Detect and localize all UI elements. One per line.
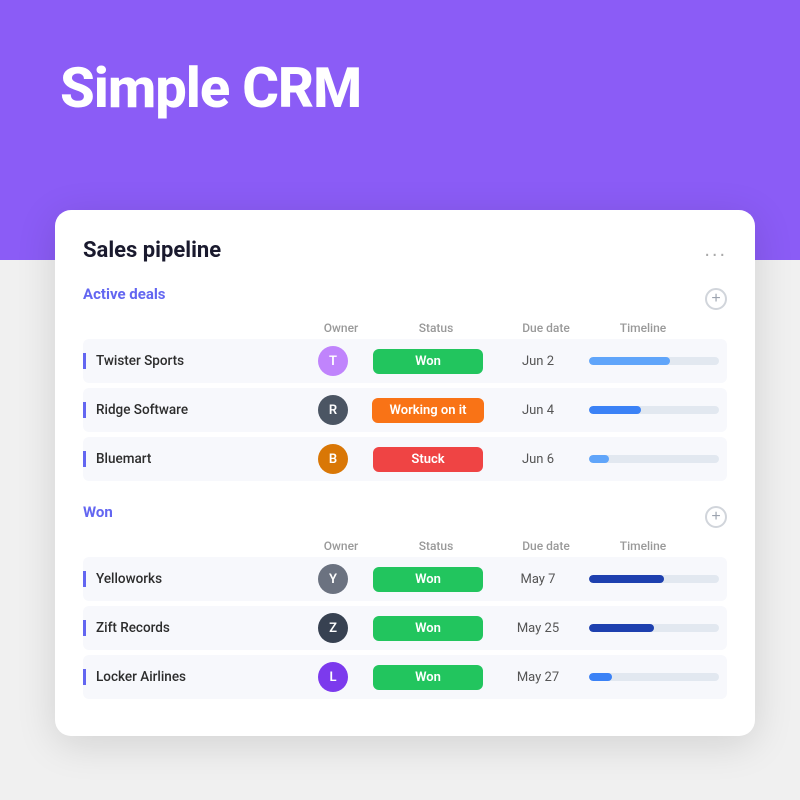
- card-title: Sales pipeline: [83, 238, 221, 263]
- add-active-deal-button[interactable]: +: [705, 288, 727, 310]
- status-badge: Won: [373, 349, 483, 374]
- avatar: T: [318, 346, 348, 376]
- section-won-title: Won: [83, 503, 113, 521]
- timeline-track: [589, 455, 719, 463]
- hero-title: Simple CRM: [60, 55, 361, 121]
- avatar: Y: [318, 564, 348, 594]
- deal-due: Jun 2: [493, 354, 583, 369]
- deal-timeline: [583, 673, 725, 681]
- add-won-deal-button[interactable]: +: [705, 506, 727, 528]
- timeline-fill: [589, 624, 654, 632]
- avatar: L: [318, 662, 348, 692]
- deal-timeline: [583, 406, 725, 414]
- table-row[interactable]: Bluemart B Stuck Jun 6: [83, 437, 727, 481]
- section-won: Won + Owner Status Due date Timeline Yel…: [83, 503, 727, 699]
- timeline-track: [589, 357, 719, 365]
- deal-name: Locker Airlines: [83, 669, 303, 685]
- timeline-track: [589, 624, 719, 632]
- timeline-fill: [589, 575, 664, 583]
- crm-card: Sales pipeline ... Active deals + Owner …: [55, 210, 755, 736]
- deal-owner: Z: [303, 613, 363, 643]
- timeline-track: [589, 673, 719, 681]
- deal-owner: B: [303, 444, 363, 474]
- won-table-header: Owner Status Due date Timeline: [83, 539, 727, 557]
- active-table-header: Owner Status Due date Timeline: [83, 321, 727, 339]
- timeline-fill: [589, 673, 612, 681]
- deal-due: May 7: [493, 572, 583, 587]
- section-active-title: Active deals: [83, 285, 166, 303]
- deal-name: Twister Sports: [83, 353, 303, 369]
- deal-timeline: [583, 455, 725, 463]
- timeline-track: [589, 575, 719, 583]
- timeline-fill: [589, 455, 609, 463]
- table-row[interactable]: Locker Airlines L Won May 27: [83, 655, 727, 699]
- deal-status: Won: [363, 349, 493, 374]
- deal-owner: L: [303, 662, 363, 692]
- avatar: Z: [318, 613, 348, 643]
- deal-status: Won: [363, 567, 493, 592]
- status-badge: Working on it: [372, 398, 485, 423]
- table-row[interactable]: Twister Sports T Won Jun 2: [83, 339, 727, 383]
- more-options-button[interactable]: ...: [704, 239, 727, 262]
- deal-name: Ridge Software: [83, 402, 303, 418]
- deal-owner: T: [303, 346, 363, 376]
- deal-timeline: [583, 624, 725, 632]
- status-badge: Won: [373, 567, 483, 592]
- deal-status: Won: [363, 665, 493, 690]
- table-row[interactable]: Ridge Software R Working on it Jun 4: [83, 388, 727, 432]
- deal-status: Won: [363, 616, 493, 641]
- status-badge: Won: [373, 665, 483, 690]
- deal-name: Zift Records: [83, 620, 303, 636]
- deal-timeline: [583, 575, 725, 583]
- timeline-fill: [589, 357, 670, 365]
- status-badge: Won: [373, 616, 483, 641]
- deal-status: Stuck: [363, 447, 493, 472]
- deal-due: May 25: [493, 621, 583, 636]
- deal-due: Jun 6: [493, 452, 583, 467]
- deal-due: May 27: [493, 670, 583, 685]
- avatar: R: [318, 395, 348, 425]
- table-row[interactable]: Zift Records Z Won May 25: [83, 606, 727, 650]
- timeline-fill: [589, 406, 641, 414]
- deal-status: Working on it: [363, 398, 493, 423]
- section-active: Active deals + Owner Status Due date Tim…: [83, 285, 727, 481]
- deal-timeline: [583, 357, 725, 365]
- deal-owner: R: [303, 395, 363, 425]
- deal-owner: Y: [303, 564, 363, 594]
- avatar: B: [318, 444, 348, 474]
- deal-name: Yelloworks: [83, 571, 303, 587]
- table-row[interactable]: Yelloworks Y Won May 7: [83, 557, 727, 601]
- deal-name: Bluemart: [83, 451, 303, 467]
- timeline-track: [589, 406, 719, 414]
- deal-due: Jun 4: [493, 403, 583, 418]
- status-badge: Stuck: [373, 447, 483, 472]
- card-header: Sales pipeline ...: [83, 238, 727, 263]
